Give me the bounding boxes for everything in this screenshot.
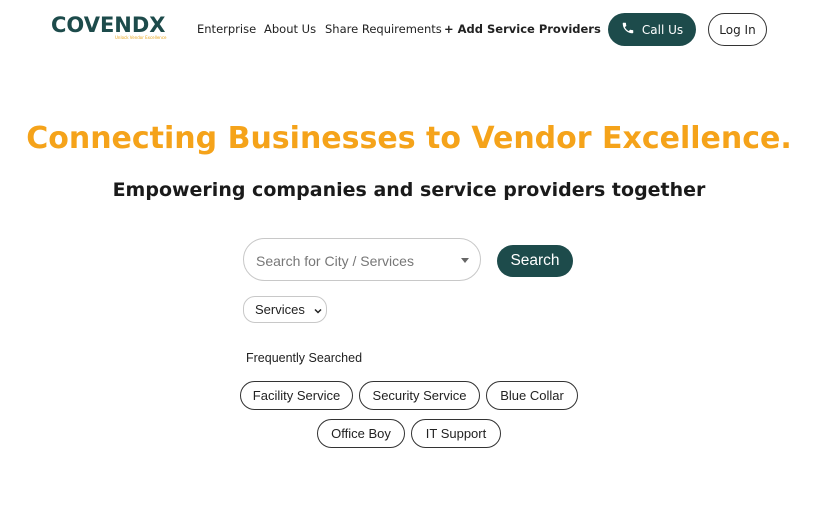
category-select-value: Services: [255, 302, 305, 317]
nav-link-share-requirements[interactable]: Share Requirements: [325, 22, 442, 36]
chip-it-support[interactable]: IT Support: [411, 419, 501, 448]
chevron-down-icon: [313, 304, 323, 314]
chip-facility-service[interactable]: Facility Service: [240, 381, 353, 410]
chip-office-boy[interactable]: Office Boy: [317, 419, 405, 448]
search-button-label: Search: [510, 252, 560, 269]
site-header: COVENDX Unlock Vendor Excellence Enterpr…: [0, 0, 818, 60]
logo-tagline: Unlock Vendor Excellence: [115, 35, 167, 40]
search-field-wrapper[interactable]: [243, 238, 481, 281]
caret-down-icon[interactable]: [461, 258, 469, 263]
search-button[interactable]: Search: [497, 245, 573, 277]
nav-link-add-service-providers[interactable]: + Add Service Providers: [444, 22, 601, 36]
chip-security-service[interactable]: Security Service: [359, 381, 480, 410]
search-input[interactable]: [254, 247, 453, 275]
nav-link-enterprise[interactable]: Enterprise: [197, 22, 256, 36]
call-us-label: Call Us: [641, 22, 684, 37]
login-button[interactable]: Log In: [708, 13, 767, 46]
category-select[interactable]: Services: [243, 296, 327, 323]
login-label: Log In: [719, 22, 756, 37]
phone-icon: [621, 21, 635, 38]
nav-link-about-us[interactable]: About Us: [264, 22, 316, 36]
hero-title: Connecting Businesses to Vendor Excellen…: [26, 121, 792, 156]
logo-wordmark: COVENDX: [51, 13, 166, 37]
frequently-searched-label: Frequently Searched: [246, 351, 363, 365]
covendx-logo[interactable]: COVENDX Unlock Vendor Excellence: [51, 13, 167, 43]
hero-subtitle: Empowering companies and service provide…: [112, 179, 706, 201]
chip-blue-collar[interactable]: Blue Collar: [486, 381, 578, 410]
call-us-button[interactable]: Call Us: [608, 13, 696, 46]
